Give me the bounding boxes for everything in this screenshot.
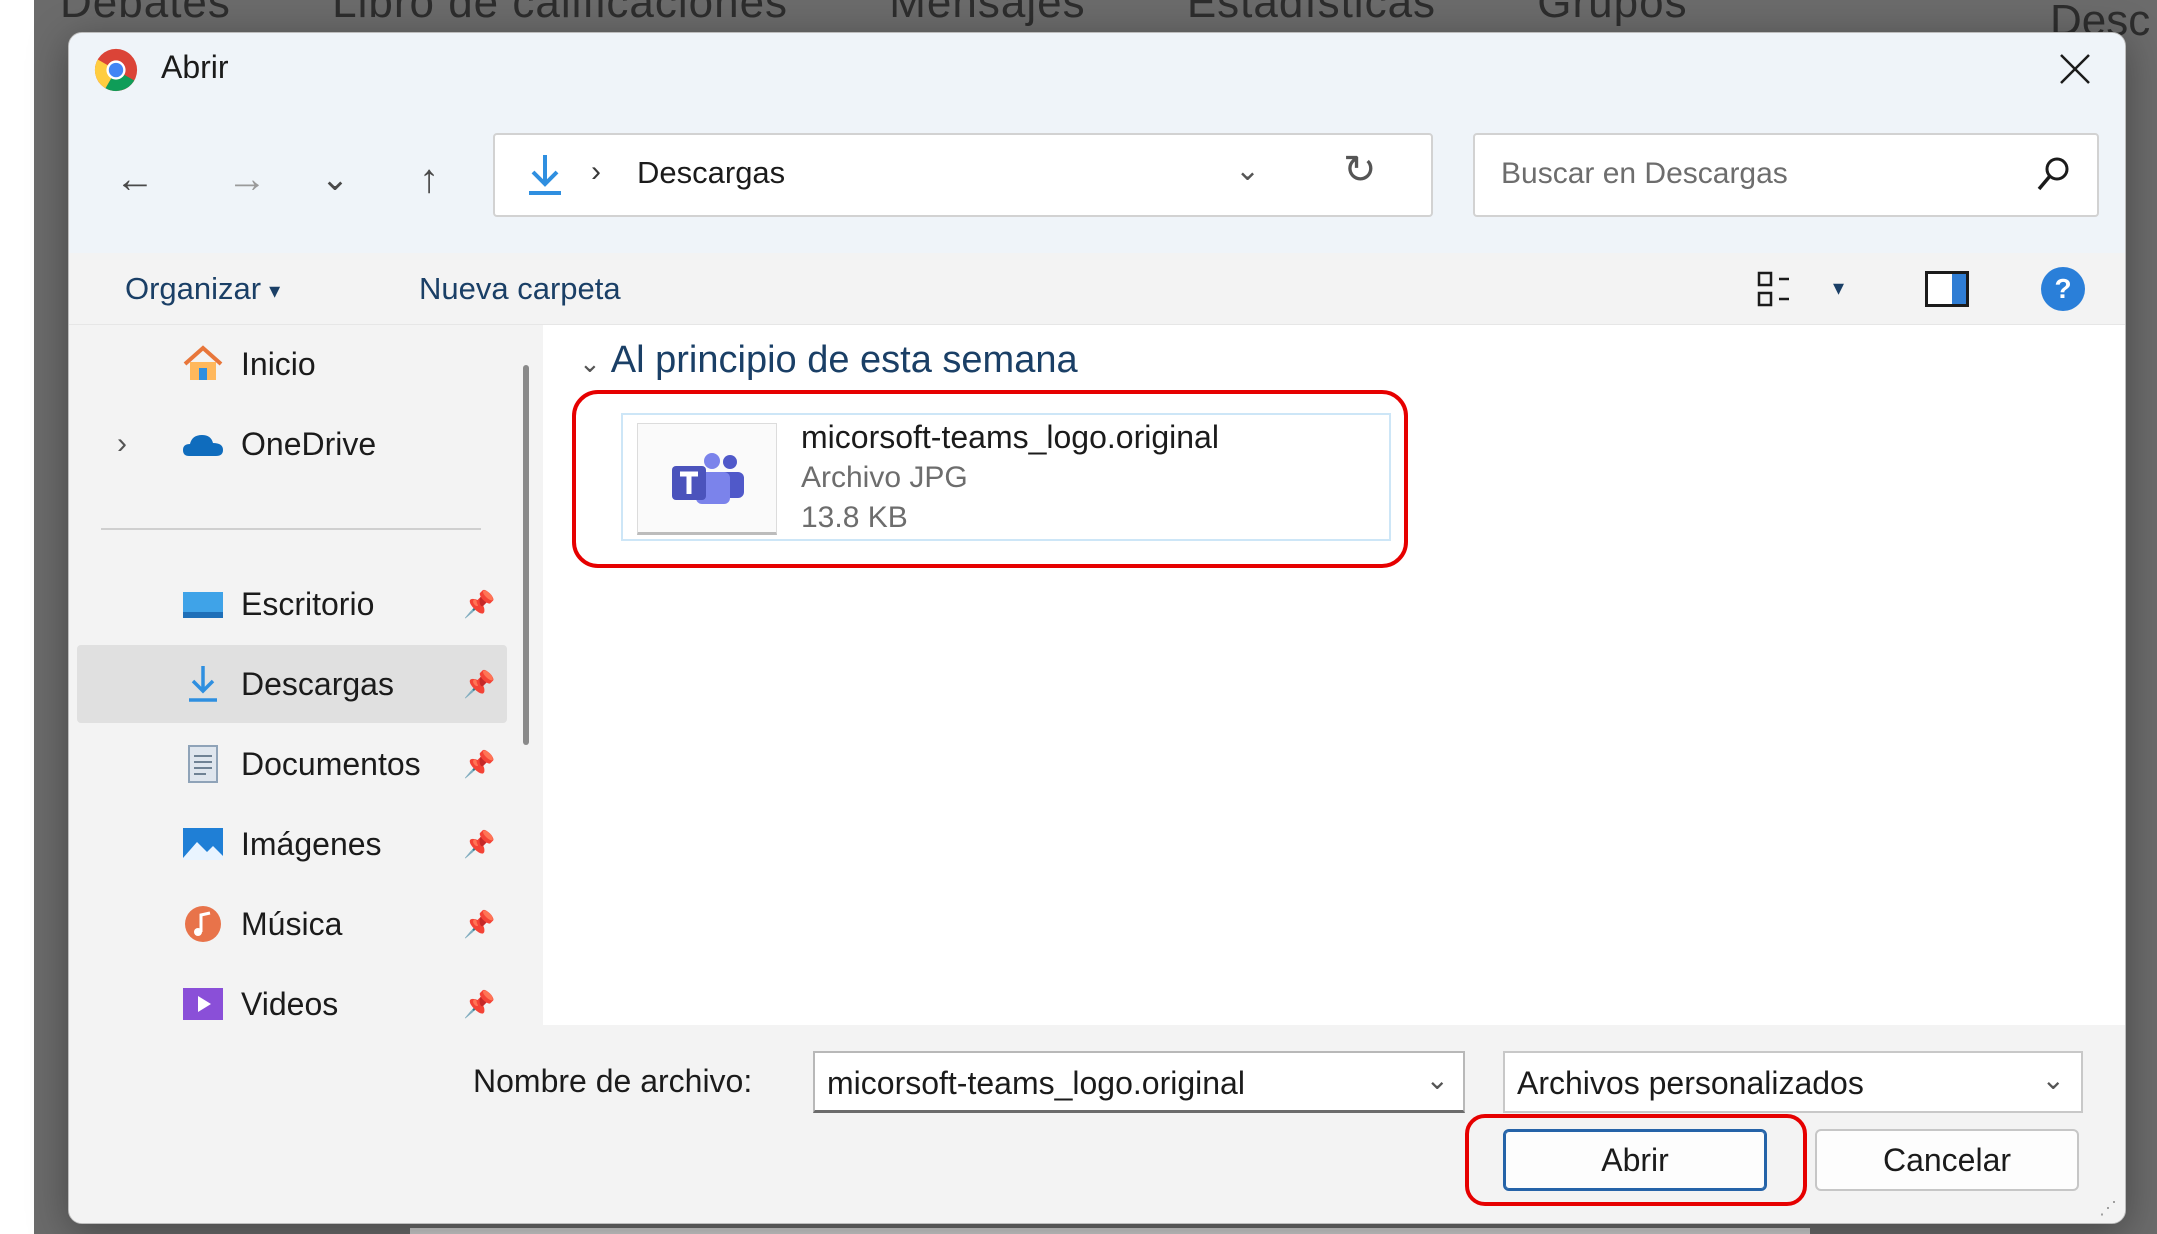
sidebar-item-label: Videos [241,985,339,1022]
pin-icon[interactable]: 📌 [463,829,495,860]
dialog-footer: Nombre de archivo: micorsoft-teams_logo.… [69,1025,2125,1223]
open-file-dialog: Abrir ← → ⌄ ↑ › Descargas ⌄ ↻ Buscar en … [68,32,2126,1224]
desktop-icon [183,592,223,618]
pictures-icon [183,828,223,860]
sidebar-divider [101,528,481,530]
home-icon [183,345,223,380]
caret-down-icon: ▾ [269,277,281,303]
organize-button[interactable]: Organizar ▾ [125,271,280,307]
forward-button[interactable]: → [217,149,277,209]
help-icon[interactable]: ? [2041,267,2085,311]
filename-label: Nombre de archivo: [473,1063,753,1099]
search-icon[interactable] [2033,153,2073,197]
sidebar-item-imagenes[interactable]: Imágenes 📌 [77,805,507,883]
sidebar-item-label: Escritorio [241,585,375,622]
view-caret-icon[interactable]: ▾ [1833,275,1844,301]
pin-icon[interactable]: 📌 [463,669,495,700]
highlight-file-annotation [572,390,1408,568]
chrome-icon [94,48,138,92]
refresh-icon[interactable]: ↻ [1343,147,1377,193]
collapse-chevron-icon: ⌄ [579,348,601,378]
up-button[interactable]: ↑ [399,149,459,209]
download-icon [189,666,217,702]
expand-chevron-icon[interactable]: › [117,427,127,461]
group-header[interactable]: ⌄ Al principio de esta semana [579,339,1078,382]
navigation-pane: Inicio › OneDrive Escritorio 📌 Descargas [69,325,543,1025]
pin-icon[interactable]: 📌 [463,589,495,620]
download-icon [529,155,561,195]
dialog-title: Abrir [161,49,229,85]
view-options-icon[interactable] [1755,269,1799,309]
pin-icon[interactable]: 📌 [463,989,495,1020]
address-bar[interactable]: › Descargas ⌄ ↻ [493,133,1433,217]
filename-value: micorsoft-teams_logo.original [827,1065,1245,1101]
cancel-button[interactable]: Cancelar [1815,1129,2079,1191]
sidebar-item-label: Imágenes [241,825,382,862]
chevron-down-icon: ⌄ [2041,1064,2065,1095]
dialog-titlebar: Abrir [69,33,2125,105]
group-label: Al principio de esta semana [610,339,1078,381]
search-placeholder: Buscar en Descargas [1501,157,1788,190]
background-tab: Grupos [1537,0,1688,27]
address-separator: › [591,155,601,188]
search-box[interactable]: Buscar en Descargas [1473,133,2099,217]
filename-input[interactable]: micorsoft-teams_logo.original ⌄ [813,1051,1465,1113]
filetype-select[interactable]: Archivos personalizados ⌄ [1503,1051,2083,1113]
cloud-icon [183,435,223,456]
sidebar-scrollbar[interactable] [523,365,529,745]
documents-icon [188,745,218,783]
background-scroll-strip [410,1228,1810,1234]
close-icon [2060,54,2090,84]
sidebar-item-label: Música [241,905,343,942]
back-arrow-icon: ← [115,156,155,201]
background-tab: Debates [60,0,231,27]
sidebar-item-documentos[interactable]: Documentos 📌 [77,725,507,803]
address-dropdown-icon[interactable]: ⌄ [1235,153,1260,188]
chevron-down-icon[interactable]: ⌄ [1426,1063,1449,1096]
resize-grip-icon[interactable]: ⋰ [2099,1198,2117,1219]
sidebar-item-label: Documentos [241,745,421,782]
background-tab: Mensajes [889,0,1086,27]
chevron-down-icon: ⌄ [320,160,350,198]
sidebar-item-onedrive[interactable]: › OneDrive [77,405,507,483]
pin-icon[interactable]: 📌 [463,909,495,940]
background-tabs: Debates Libro de calificaciones Mensajes… [60,0,1776,28]
sidebar-item-label: Descargas [241,665,394,702]
filetype-value: Archivos personalizados [1517,1065,1864,1101]
highlight-open-button-annotation [1465,1114,1807,1206]
new-folder-button[interactable]: Nueva carpeta [419,271,621,307]
address-location[interactable]: Descargas [637,155,785,191]
organize-label: Organizar [125,271,262,306]
sidebar-item-descargas[interactable]: Descargas 📌 [77,645,507,723]
pin-icon[interactable]: 📌 [463,749,495,780]
sidebar-item-musica[interactable]: Música 📌 [77,885,507,963]
forward-arrow-icon: → [227,156,267,201]
sidebar-item-escritorio[interactable]: Escritorio 📌 [77,565,507,643]
videos-icon [183,988,223,1020]
background-tab: Libro de calificaciones [332,0,789,27]
sidebar-item-label: Inicio [241,345,316,382]
background-tab: Estadísticas [1186,0,1437,27]
recent-locations-button[interactable]: ⌄ [305,149,365,209]
sidebar-item-inicio[interactable]: Inicio [77,325,507,403]
music-icon [185,906,221,942]
up-arrow-icon: ↑ [419,156,439,201]
back-button[interactable]: ← [105,149,165,209]
close-button[interactable] [2047,41,2103,97]
sidebar-item-label: OneDrive [241,425,377,462]
command-toolbar: Organizar ▾ Nueva carpeta ▾ ? [69,253,2125,325]
preview-pane-icon[interactable] [1925,271,1969,307]
